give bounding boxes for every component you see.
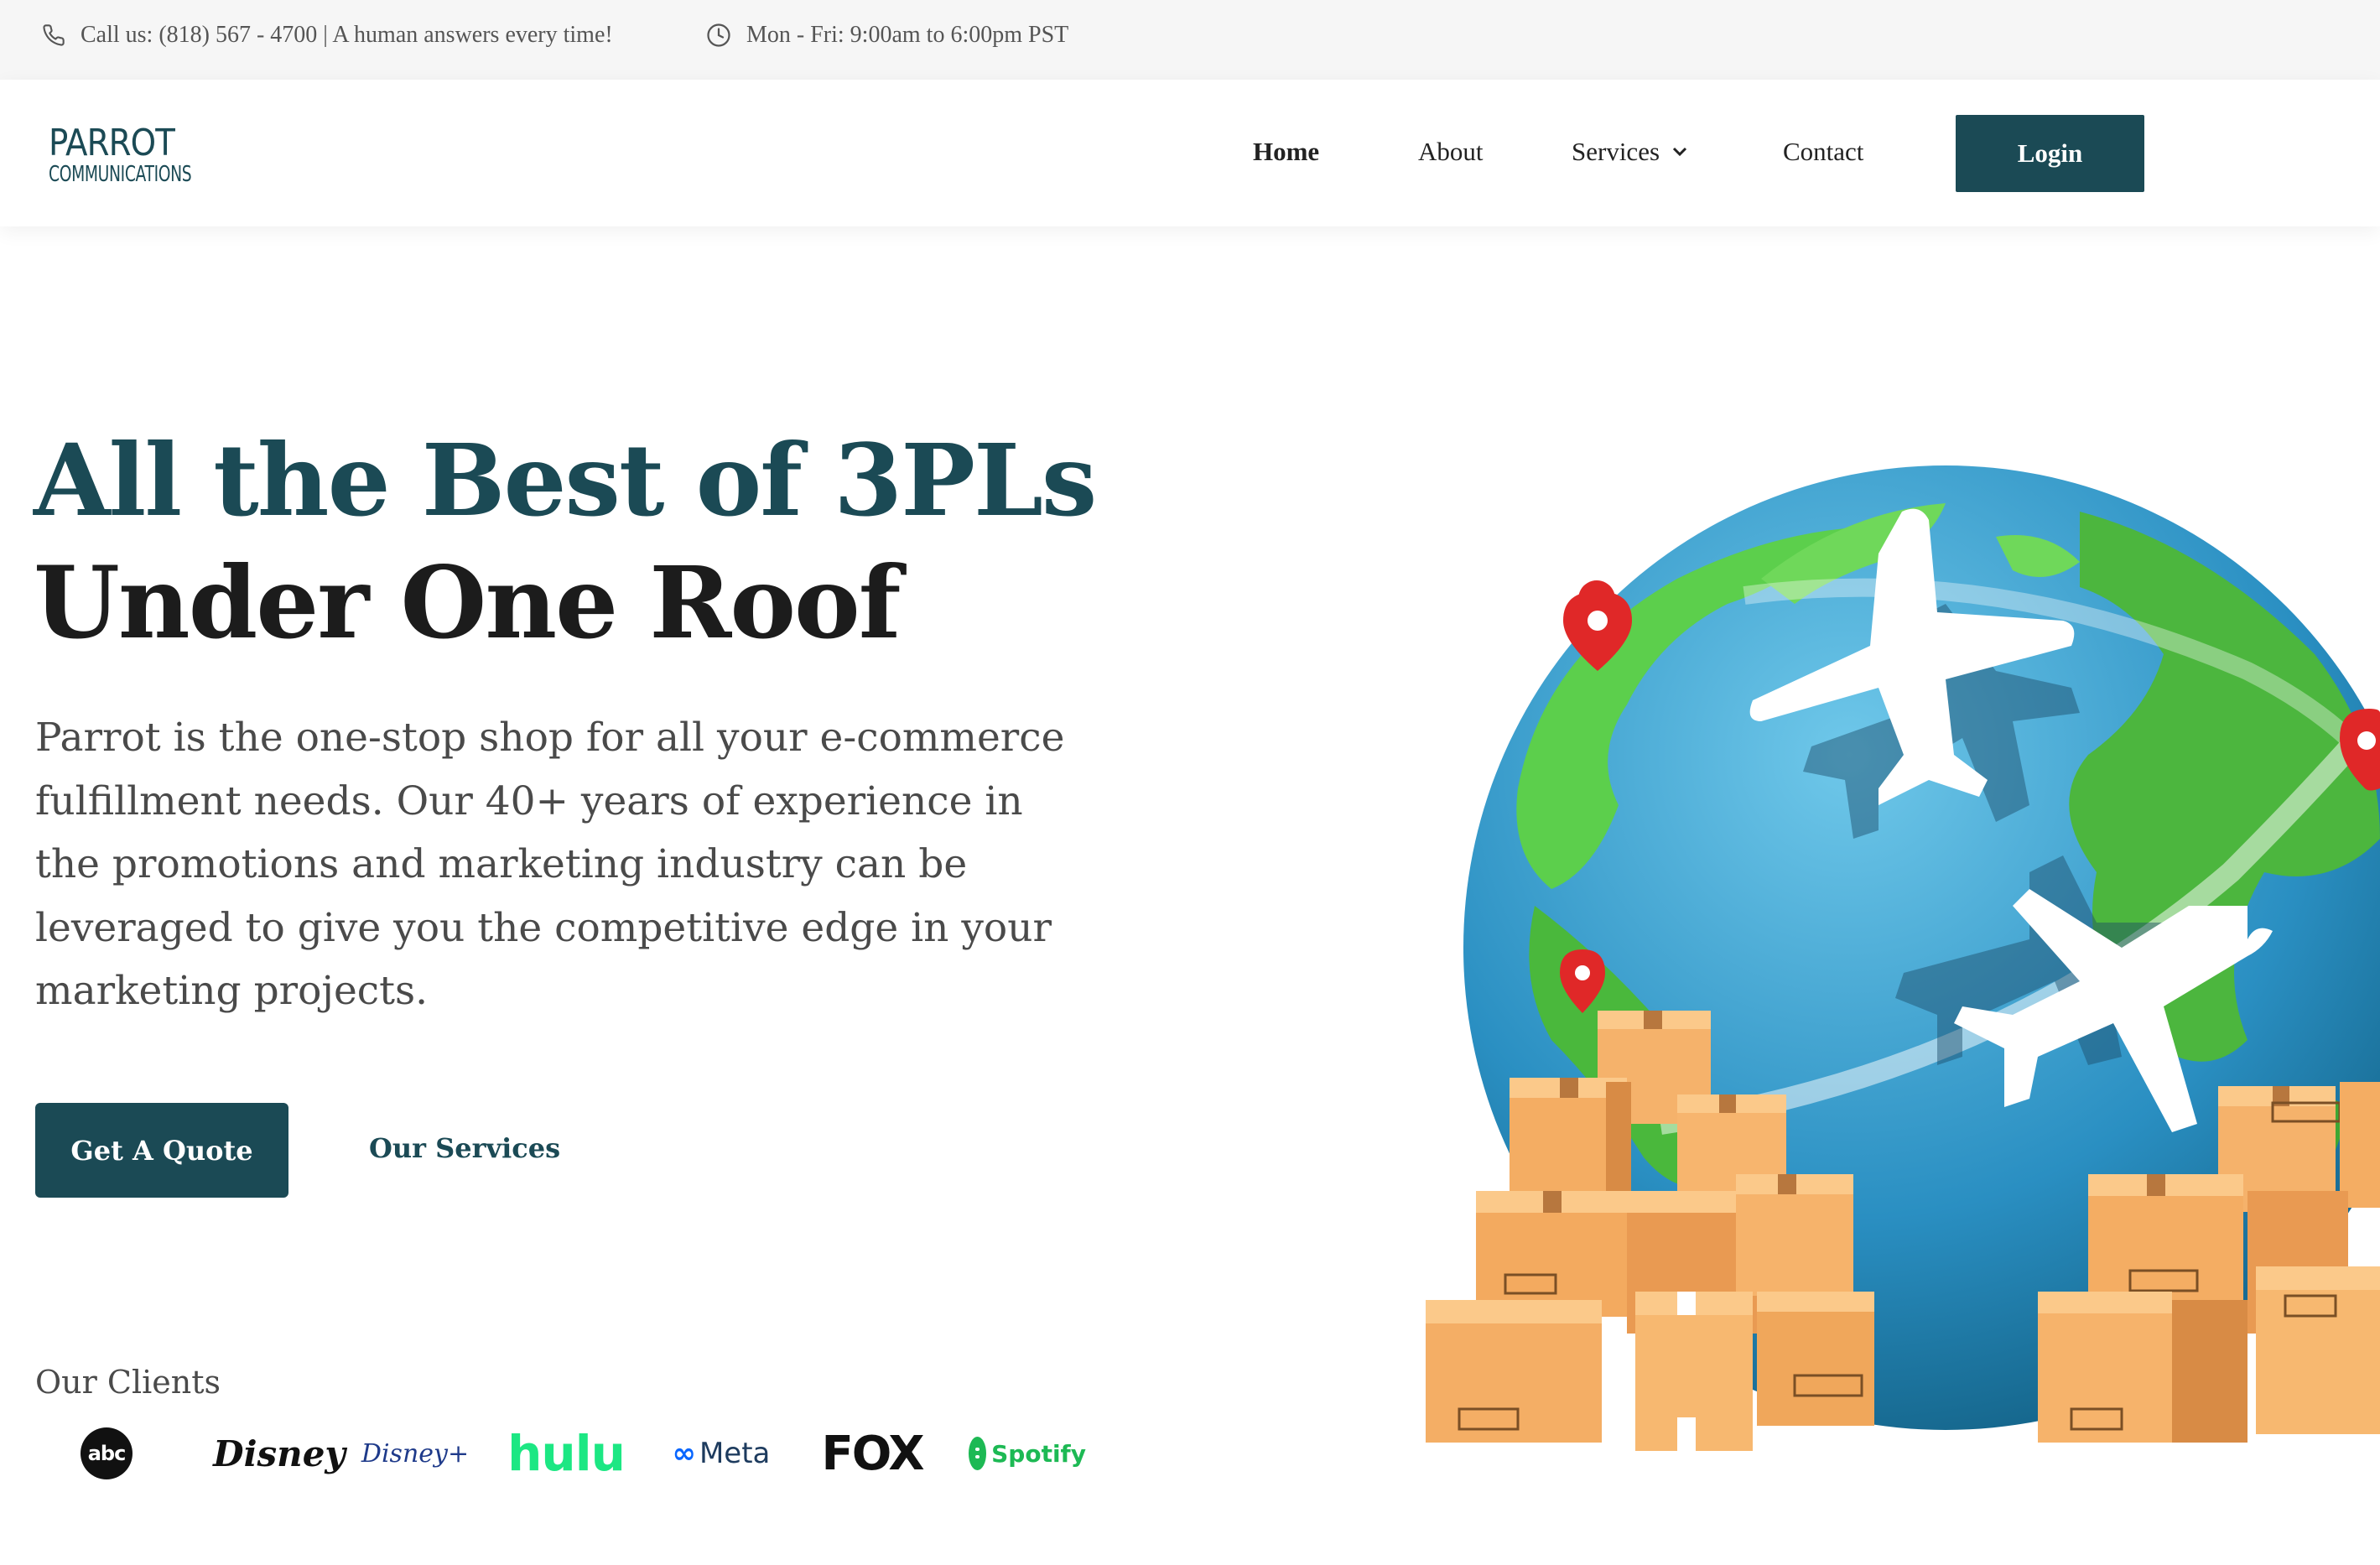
login-button[interactable]: Login: [1956, 115, 2144, 192]
phone-icon: [43, 24, 65, 46]
spotify-logo-text: Spotify: [991, 1439, 1086, 1468]
client-logo-hulu: hulu: [507, 1425, 626, 1482]
hero-title-line1: All the Best of 3PLs: [34, 422, 1097, 538]
globe-shipping-illustration: [1426, 465, 2380, 1451]
logo-brand-text: PARROT: [49, 122, 175, 164]
get-quote-button[interactable]: Get A Quote: [35, 1103, 288, 1198]
disney-logo-text: Disney: [213, 1432, 346, 1474]
hours-info: Mon - Fri: 9:00am to 6:00pm PST: [706, 18, 1068, 52]
phone-info[interactable]: Call us: (818) 567 - 4700 | A human answ…: [42, 18, 613, 52]
nav-contact[interactable]: Contact: [1783, 137, 1863, 167]
hero-title: All the Best of 3PLs Under One Roof: [34, 419, 1097, 664]
phone-text: Call us: (818) 567 - 4700 | A human answ…: [81, 22, 613, 48]
nav-services[interactable]: Services: [1572, 137, 1688, 167]
client-logo-disney: Disney: [205, 1426, 353, 1481]
hero-description: Parrot is the one-stop shop for all your…: [35, 715, 1065, 1014]
abc-logo-text: abc: [87, 1442, 127, 1465]
nav-home[interactable]: Home: [1253, 137, 1319, 167]
hero-title-line2: Under One Roof: [34, 544, 902, 661]
fox-logo-text: FOX: [821, 1426, 924, 1481]
disneyplus-logo-text: Disney+: [361, 1438, 470, 1469]
hulu-logo-text: hulu: [507, 1425, 626, 1482]
top-info-bar: Call us: (818) 567 - 4700 | A human answ…: [0, 0, 2380, 80]
our-services-link[interactable]: Our Services: [369, 1132, 560, 1164]
clients-label: Our Clients: [35, 1364, 221, 1401]
client-logo-fox: FOX: [821, 1426, 924, 1481]
hours-text: Mon - Fri: 9:00am to 6:00pm PST: [746, 22, 1069, 48]
meta-infinity-icon: ∞: [672, 1437, 696, 1470]
parrot-logo[interactable]: PARROT COMMUNICATIONS: [45, 122, 247, 189]
clock-icon: [707, 23, 730, 47]
client-logo-disneyplus: Disney+: [361, 1426, 469, 1481]
chevron-down-icon: [1672, 147, 1687, 157]
nav-about[interactable]: About: [1418, 137, 1484, 167]
meta-logo-text: Meta: [699, 1437, 771, 1470]
client-logo-abc: abc: [81, 1427, 133, 1479]
site-header: PARROT COMMUNICATIONS Home About Service…: [0, 80, 2380, 226]
client-logo-spotify: Spotify: [969, 1426, 1086, 1481]
spotify-icon: [969, 1437, 987, 1470]
client-logo-meta: ∞ Meta: [667, 1426, 776, 1481]
logo-sub-text: COMMUNICATIONS: [49, 162, 192, 187]
nav-services-label: Services: [1572, 137, 1660, 166]
